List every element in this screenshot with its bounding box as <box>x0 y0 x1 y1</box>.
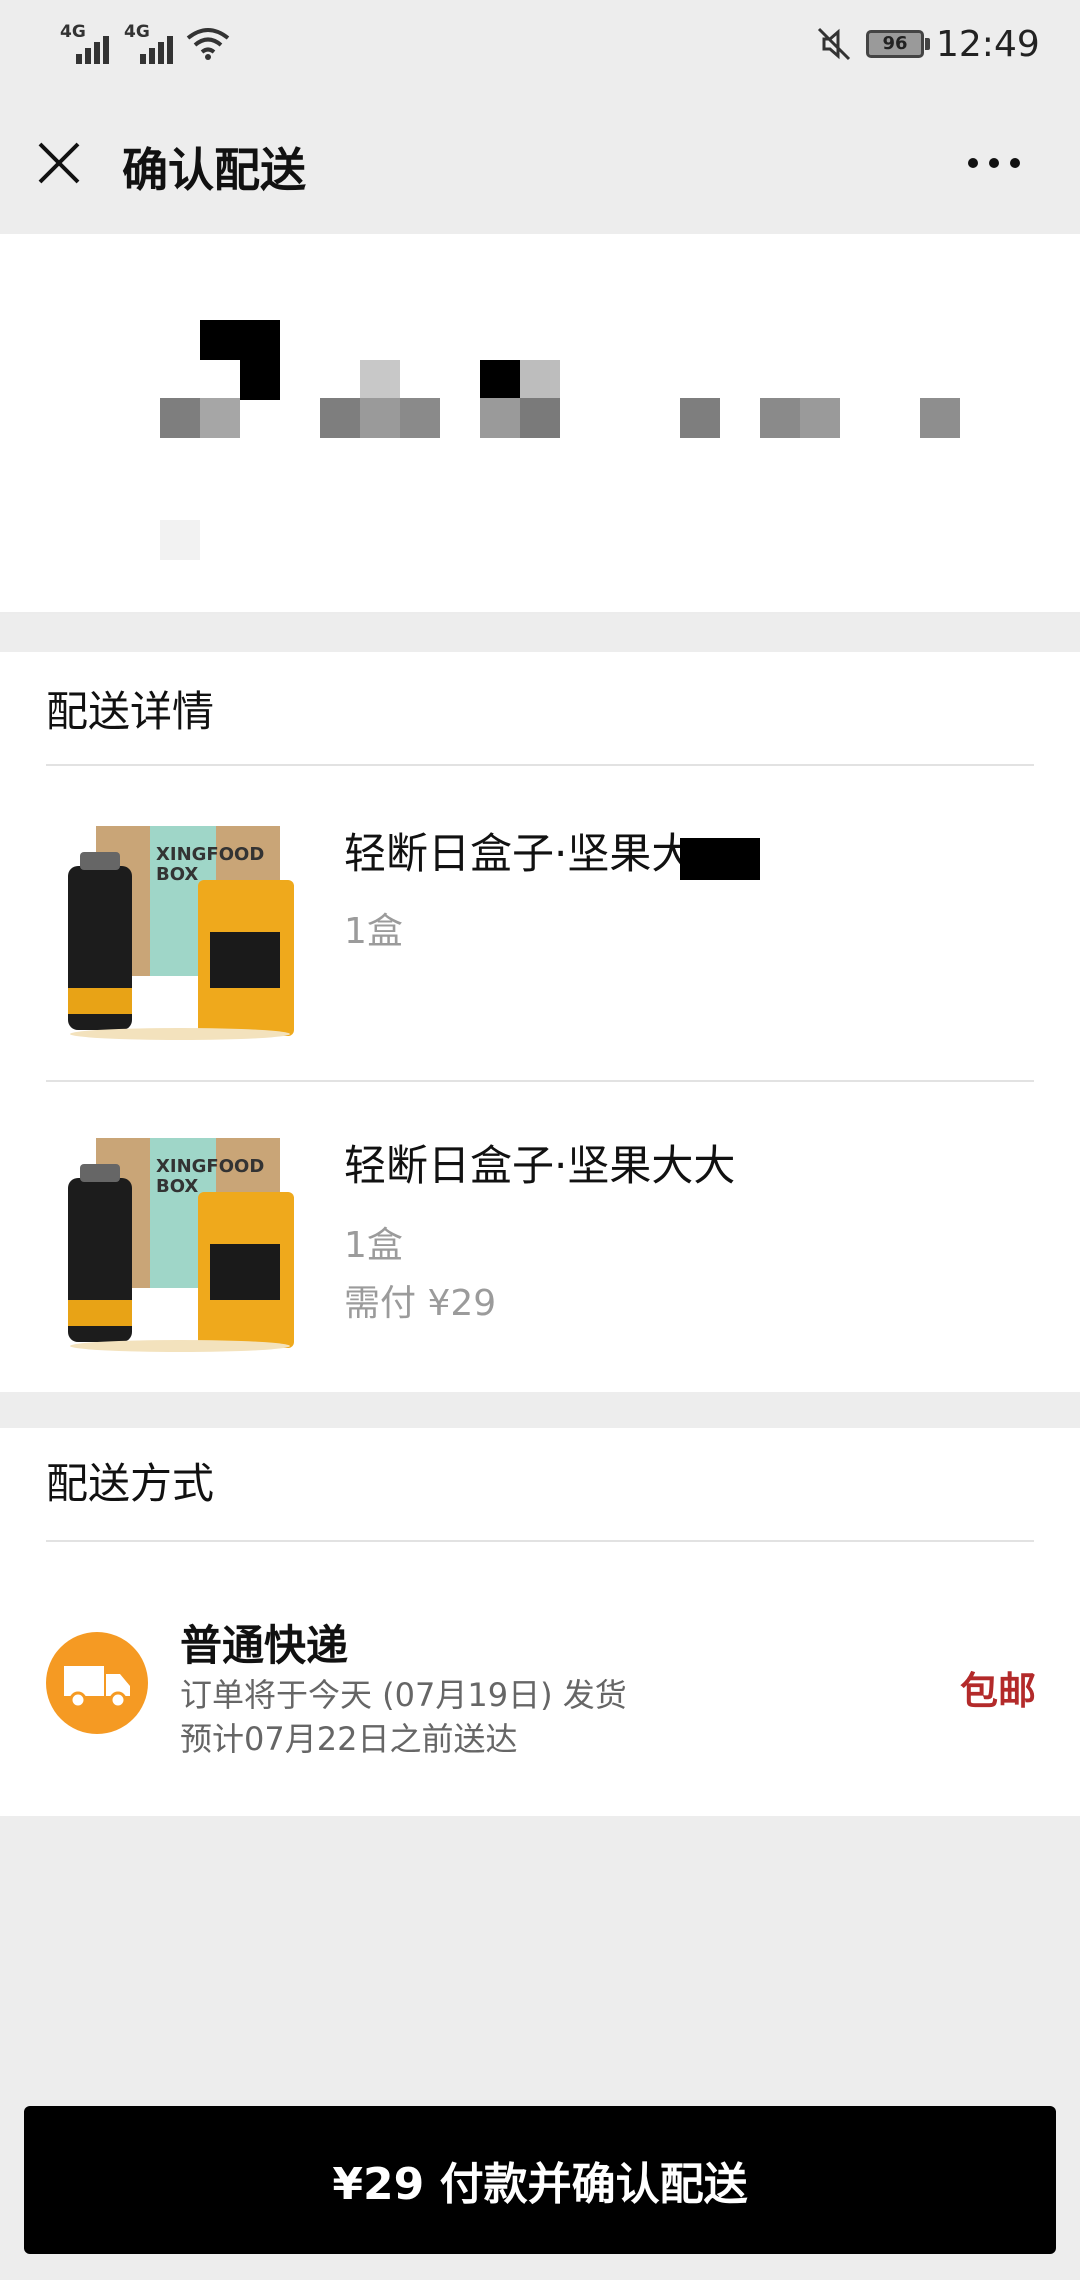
page-title: 确认配送 <box>122 143 306 197</box>
close-icon[interactable] <box>36 140 82 186</box>
svg-text:BOX: BOX <box>156 1176 198 1197</box>
divider <box>46 1080 1034 1082</box>
merchant-card <box>0 234 1080 614</box>
redaction-block <box>680 838 760 880</box>
more-options-icon[interactable] <box>966 156 1022 170</box>
status-time: 12:49 <box>936 24 1040 65</box>
divider <box>46 764 1034 766</box>
battery-tip <box>925 38 930 50</box>
wifi-icon <box>186 28 230 60</box>
truck-icon <box>46 1632 148 1734</box>
nav-bar: 确认配送 <box>0 90 1080 235</box>
product-name: 轻断日盒子·坚果大大 <box>344 1141 736 1190</box>
eta-text: 预计07月22日之前送达 <box>180 1720 518 1758</box>
product-quantity: 1盒 <box>344 1225 403 1266</box>
status-bar: 4G 4G 96 12:49 <box>0 0 1080 90</box>
product-name: 轻断日盒子·坚果大 <box>344 829 694 878</box>
pay-and-confirm-button[interactable]: ¥29 付款并确认配送 <box>24 2106 1056 2254</box>
shipping-method-section: 配送方式 普通快递 订单将于今天 (07月19日) 发货 预计07月22日之前送… <box>0 1428 1080 1816</box>
shipping-method-name: 普通快递 <box>180 1621 349 1670</box>
battery-icon: 96 <box>866 30 924 58</box>
mute-icon <box>817 27 851 61</box>
ship-date-text: 订单将于今天 (07月19日) 发货 <box>180 1676 627 1714</box>
svg-text:BOX: BOX <box>156 864 198 885</box>
svg-text:XINGFOOD: XINGFOOD <box>156 844 264 865</box>
product-image: XINGFOOD BOX <box>68 1138 294 1352</box>
divider <box>46 1540 1034 1542</box>
svg-text:XINGFOOD: XINGFOOD <box>156 1156 264 1177</box>
product-price: 需付 ¥29 <box>344 1283 497 1324</box>
section-title: 配送详情 <box>46 687 215 736</box>
product-quantity: 1盒 <box>344 911 403 952</box>
free-shipping-label: 包邮 <box>960 1669 1037 1713</box>
section-title: 配送方式 <box>46 1459 215 1508</box>
delivery-details-section: 配送详情 XINGFOOD BOX 轻断日盒子·坚果大 1盒 XINGFOOD … <box>0 652 1080 1392</box>
product-image: XINGFOOD BOX <box>68 826 294 1040</box>
